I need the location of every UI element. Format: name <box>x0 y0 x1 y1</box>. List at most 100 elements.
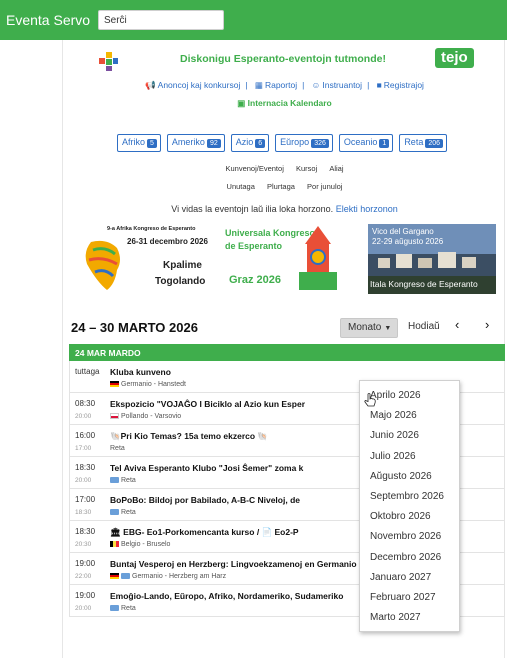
event-location: Belgio - Bruselo <box>121 541 171 548</box>
nav-link-recordings[interactable]: ■ Registrajoj <box>377 80 424 90</box>
timezone-note: Vi vidas la eventojn laŭ ilia loka horzo… <box>171 204 398 214</box>
next-button[interactable]: › <box>485 317 489 332</box>
region-oceania[interactable]: Oceanio 1 <box>338 134 394 152</box>
top-bar: Eventa Servo <box>0 0 507 40</box>
megaphone-icon: 📢 <box>145 80 156 90</box>
monitor-icon <box>110 509 119 516</box>
filter-meetings[interactable]: Kunvenoj/Eventoj <box>225 164 283 173</box>
month-option[interactable]: Oktobro 2026 <box>360 508 459 528</box>
event-end-time: 20:00 <box>75 413 92 420</box>
event-end-time: 20:30 <box>75 541 92 548</box>
nav-link-reports[interactable]: ▦ Raportoj <box>255 80 297 90</box>
event-title[interactable]: Kluba kunveno <box>110 367 502 377</box>
banner-2-city: Graz <box>229 274 254 286</box>
report-icon: ▦ <box>254 80 263 90</box>
filter-courses[interactable]: Kursoj <box>296 164 317 173</box>
event-end-time: 20:00 <box>75 477 92 484</box>
event-time: 08:30 <box>75 399 96 408</box>
month-option[interactable]: Junio 2026 <box>360 427 459 447</box>
banner-italian-congress[interactable]: Vico del Gargano 22-29 aŭgusto 2026 Ital… <box>368 224 496 294</box>
event-time: tuttaga <box>75 367 100 376</box>
week-title: 24 – 30 MARTO 2026 <box>71 320 198 335</box>
brand-title[interactable]: Eventa Servo <box>6 12 90 28</box>
event-time: 19:00 <box>75 591 96 600</box>
hand-cursor-icon <box>364 393 376 407</box>
choose-timezone-link[interactable]: Elekti horzonon <box>336 204 398 214</box>
prev-button[interactable]: ‹ <box>455 317 459 332</box>
event-time: 17:00 <box>75 495 96 504</box>
event-end-time: 17:00 <box>75 445 92 452</box>
count-badge: 6 <box>255 139 266 148</box>
filter-multi-day[interactable]: Plurtaga <box>267 182 295 191</box>
teacher-icon: ☺ <box>311 80 321 90</box>
germany-flag-icon <box>110 573 119 580</box>
event-location: Germanio - Hanstedt <box>121 381 186 388</box>
event-location: Reta <box>121 509 136 516</box>
germany-flag-icon <box>110 381 119 388</box>
banner-3-top1: Vico del Gargano <box>372 227 434 236</box>
month-option[interactable]: Novembro 2026 <box>360 528 459 548</box>
caret-down-icon: ▼ <box>384 325 392 332</box>
region-america[interactable]: Ameriko 92 <box>166 134 225 152</box>
month-option[interactable]: Julio 2026 <box>360 448 459 468</box>
tejo-logo[interactable]: tejo <box>435 48 474 68</box>
tagline: Diskonigu Esperanto-eventojn tutmonde! <box>180 53 386 65</box>
region-filters: Afriko 5 Ameriko 92 Azio 6 Eŭropo 326 Oceani… <box>117 134 453 152</box>
event-location: Germanio - Herzberg am Harz <box>132 573 227 580</box>
nav-link-calendar[interactable]: ▣ Internacia Kalendaro <box>63 98 506 109</box>
count-badge: 1 <box>379 139 390 148</box>
filter-one-day[interactable]: Unutaga <box>227 182 255 191</box>
search-input[interactable] <box>98 10 224 30</box>
region-asia[interactable]: Azio 6 <box>230 134 270 152</box>
nav-link-instructors[interactable]: ☺ Instruantoj <box>312 80 362 90</box>
month-option[interactable]: Aŭgusto 2026 <box>360 468 459 488</box>
banner-1-line2: 26-31 decembro 2026 <box>127 237 208 246</box>
main-content: Diskonigu Esperanto-eventojn tutmonde! t… <box>62 40 505 658</box>
event-location: Pollando - Varsovio <box>121 413 182 420</box>
count-badge: 92 <box>206 139 221 148</box>
month-option[interactable]: Majo 2026 <box>360 407 459 427</box>
event-location: Reta <box>121 605 136 612</box>
monitor-icon <box>110 477 119 484</box>
event-end-time: 18:30 <box>75 509 92 516</box>
month-option[interactable]: Februaro 2027 <box>360 589 459 609</box>
month-option[interactable]: Januaro 2027 <box>360 569 459 589</box>
duration-filters: Unutaga Plurtaga Por junuloj <box>63 182 506 191</box>
month-option[interactable]: Decembro 2026 <box>360 549 459 569</box>
region-africa[interactable]: Afriko 5 <box>117 134 161 152</box>
nav-links: 📢 Anoncoj kaj konkursoj | ▦ Raportoj | ☺ Inst… <box>145 80 424 90</box>
view-select-button[interactable]: Monato ▼ <box>340 318 398 338</box>
banner-1-line1: 9-a Afrika Kongreso de Esperanto <box>107 226 196 232</box>
filter-others[interactable]: Aliaj <box>329 164 343 173</box>
event-time: 16:00 <box>75 431 96 440</box>
banner-african-congress[interactable]: 9-a Afrika Kongreso de Esperanto 26-31 d… <box>77 224 209 294</box>
puzzle-logo-icon <box>99 52 118 71</box>
count-badge: 5 <box>147 139 157 148</box>
type-filters: Kunvenoj/Eventoj Kursoj Aliaj <box>63 164 506 173</box>
count-badge: 206 <box>425 139 444 148</box>
monitor-icon <box>110 605 119 612</box>
event-time: 18:30 <box>75 463 96 472</box>
banner-3-bottom: Itala Kongreso de Esperanto <box>370 279 478 289</box>
event-location: Reta <box>110 445 125 452</box>
month-option[interactable]: Marto 2027 <box>360 609 459 629</box>
banner-3-top2: 22-29 aŭgusto 2026 <box>372 237 444 246</box>
banner-1-city: Kpalime <box>163 260 202 271</box>
belgium-flag-icon <box>110 541 119 548</box>
event-time: 19:00 <box>75 559 96 568</box>
banner-world-congress[interactable]: Universala Kongreso de Esperanto Graz 20… <box>223 224 363 294</box>
month-option[interactable]: Septembro 2026 <box>360 488 459 508</box>
filter-youth[interactable]: Por junuloj <box>307 182 342 191</box>
month-dropdown: Aprilo 2026 Majo 2026 Junio 2026 Julio 2… <box>359 380 460 632</box>
day-header: 24 MAR MARDO <box>69 344 505 361</box>
today-button[interactable]: Hodiaŭ <box>403 318 447 338</box>
count-badge: 326 <box>311 139 329 148</box>
event-time: 18:30 <box>75 527 96 536</box>
calendar-icon: ▣ <box>237 98 248 108</box>
region-online[interactable]: Reta 206 <box>399 134 448 152</box>
monitor-icon <box>121 573 130 580</box>
region-europe[interactable]: Eŭropo 326 <box>275 134 333 152</box>
banner-1-country: Togolando <box>155 276 206 287</box>
poland-flag-icon <box>110 413 119 420</box>
nav-link-announcements[interactable]: 📢 Anoncoj kaj konkursoj <box>145 80 240 90</box>
